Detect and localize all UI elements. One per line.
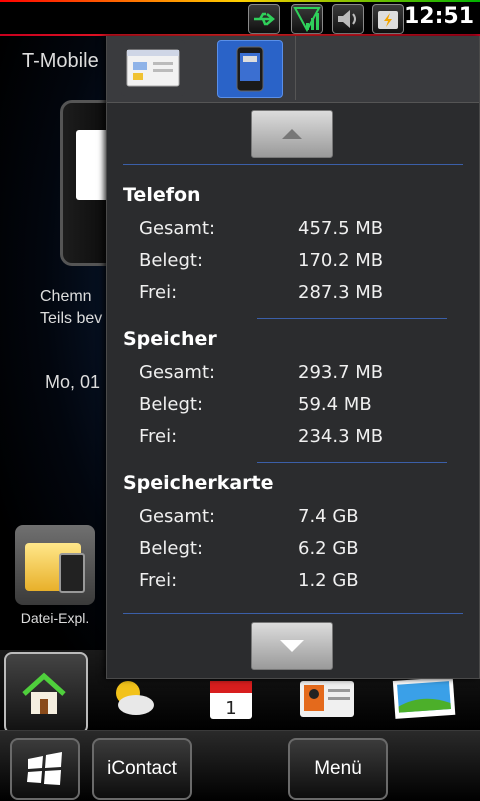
row-label: Gesamt: [139,218,216,239]
start-button[interactable] [10,738,80,800]
carrier-name: T-Mobile [22,50,99,72]
row-label: Frei: [139,282,178,303]
row-label: Belegt: [139,250,204,271]
clock-digit [76,130,106,200]
tab-bar-filler [295,36,478,100]
row-value: 457.5 MB [298,218,384,239]
window-icon [126,49,180,87]
signal-icon [291,4,323,34]
row-label: Belegt: [139,394,204,415]
section-title-phone: Telefon [123,184,201,206]
scroll-up-button[interactable] [251,110,333,158]
section-title-memory-card: Speicherkarte [123,472,274,494]
separator [123,164,463,165]
device-info-tab[interactable] [217,40,283,98]
row-value: 1.2 GB [298,570,359,591]
phone-icon [236,46,264,92]
row-label: Frei: [139,426,178,447]
popup-tab-bar [107,36,479,103]
row-value: 7.4 GB [298,506,359,527]
row-label: Frei: [139,570,178,591]
row-value: 287.3 MB [298,282,384,303]
status-time: 12:51 [403,4,474,29]
weather-condition: Teils bev [40,310,103,327]
status-top-glow [0,0,480,2]
status-bar: 12:51 [0,0,480,36]
windows-logo-icon [27,752,62,785]
home-date: Mo, 01 [45,372,101,392]
storage-info-popup: Telefon Gesamt: 457.5 MB Belegt: 170.2 M… [106,36,480,679]
chevron-up-icon [282,129,302,139]
weather-city: Chemn [40,288,92,305]
row-label: Gesamt: [139,506,216,527]
chevron-down-icon [280,640,304,652]
calendar-day-number: 1 [225,698,236,719]
separator [123,613,463,614]
row-value: 234.3 MB [298,426,384,447]
row-value: 293.7 MB [298,362,384,383]
battery-charging-icon [372,4,404,34]
row-label: Belegt: [139,538,204,559]
home-icon [22,672,66,714]
row-label: Gesamt: [139,362,216,383]
section-title-memory: Speicher [123,328,217,350]
row-value: 6.2 GB [298,538,359,559]
home-button[interactable] [4,652,88,734]
scroll-down-button[interactable] [251,622,333,670]
separator [257,318,447,319]
icontact-button[interactable]: iContact [92,738,192,800]
weather-app-icon[interactable] [108,675,158,721]
usb-icon [248,4,280,34]
row-value: 59.4 MB [298,394,372,415]
file-explorer-app-icon[interactable] [15,525,95,605]
calendar-app-icon[interactable]: 1 [206,675,256,721]
separator [257,462,447,463]
phone-icon [59,553,85,593]
row-value: 170.2 MB [298,250,384,271]
menu-button[interactable]: Menü [288,738,388,800]
file-explorer-tab[interactable] [121,40,185,96]
photos-app-icon[interactable] [392,675,456,721]
volume-icon [332,4,364,34]
contacts-app-icon[interactable] [298,675,354,721]
file-explorer-app-label: Datei-Expl. [20,610,90,626]
